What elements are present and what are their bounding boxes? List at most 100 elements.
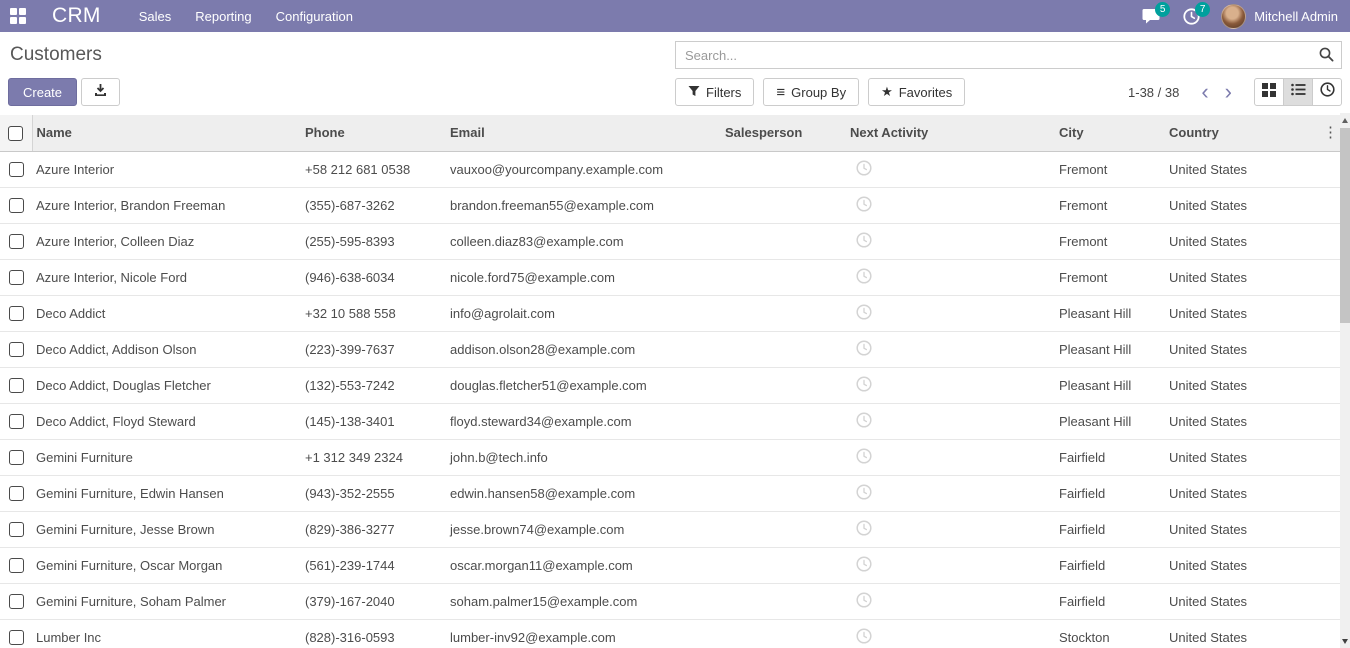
cell-next-activity xyxy=(846,295,1055,331)
table-row[interactable]: Deco Addict, Addison Olson (223)-399-763… xyxy=(0,331,1340,367)
table-row[interactable]: Deco Addict +32 10 588 558 info@agrolait… xyxy=(0,295,1340,331)
row-checkbox[interactable] xyxy=(9,378,24,393)
table-row[interactable]: Azure Interior, Brandon Freeman (355)-68… xyxy=(0,187,1340,223)
column-header-salesperson[interactable]: Salesperson xyxy=(721,115,846,151)
activity-clock-icon[interactable] xyxy=(856,376,872,392)
column-header-name[interactable]: Name xyxy=(32,115,301,151)
search-input[interactable] xyxy=(675,41,1342,69)
pager-previous-button[interactable]: ‹ xyxy=(1193,82,1216,102)
filters-button[interactable]: Filters xyxy=(675,78,754,106)
select-all-checkbox[interactable] xyxy=(8,126,23,141)
favorites-button[interactable]: ★ Favorites xyxy=(868,78,965,106)
scrollbar-down-arrow[interactable] xyxy=(1340,634,1350,648)
table-row[interactable]: Deco Addict, Douglas Fletcher (132)-553-… xyxy=(0,367,1340,403)
optional-columns-toggle-icon[interactable]: ⋮ xyxy=(1323,124,1338,142)
activity-clock-icon[interactable] xyxy=(856,628,872,644)
activity-clock-icon[interactable] xyxy=(856,484,872,500)
activity-clock-icon[interactable] xyxy=(856,340,872,356)
row-checkbox[interactable] xyxy=(9,162,24,177)
menu-sales[interactable]: Sales xyxy=(139,9,172,24)
activity-clock-icon[interactable] xyxy=(856,232,872,248)
activities-badge: 7 xyxy=(1195,2,1210,17)
table-row[interactable]: Azure Interior, Nicole Ford (946)-638-60… xyxy=(0,259,1340,295)
column-header-next-activity[interactable]: Next Activity xyxy=(846,115,1055,151)
activity-clock-icon[interactable] xyxy=(856,520,872,536)
activity-clock-icon[interactable] xyxy=(856,412,872,428)
pager-value[interactable]: 1-38 / 38 xyxy=(1128,85,1179,100)
row-checkbox[interactable] xyxy=(9,594,24,609)
table-row[interactable]: Deco Addict, Floyd Steward (145)-138-340… xyxy=(0,403,1340,439)
column-header-city[interactable]: City xyxy=(1055,115,1165,151)
table-row[interactable]: Azure Interior +58 212 681 0538 vauxoo@y… xyxy=(0,151,1340,187)
table-row[interactable]: Gemini Furniture, Soham Palmer (379)-167… xyxy=(0,583,1340,619)
create-button[interactable]: Create xyxy=(8,78,77,106)
list-view-icon xyxy=(1291,83,1306,101)
row-checkbox[interactable] xyxy=(9,270,24,285)
messages-badge: 5 xyxy=(1155,2,1170,17)
cell-city: Stockton xyxy=(1055,619,1165,648)
pager: 1-38 / 38 ‹ › xyxy=(1128,82,1240,102)
pager-next-button[interactable]: › xyxy=(1217,82,1240,102)
user-menu[interactable]: Mitchell Admin xyxy=(1221,4,1338,29)
table-row[interactable]: Azure Interior, Colleen Diaz (255)-595-8… xyxy=(0,223,1340,259)
activity-clock-icon[interactable] xyxy=(856,196,872,212)
filter-funnel-icon xyxy=(688,85,700,100)
cell-phone: (946)-638-6034 xyxy=(301,259,446,295)
row-checkbox[interactable] xyxy=(9,558,24,573)
table-row[interactable]: Gemini Furniture, Jesse Brown (829)-386-… xyxy=(0,511,1340,547)
scrollbar-up-arrow[interactable] xyxy=(1340,113,1350,127)
cell-phone: (943)-352-2555 xyxy=(301,475,446,511)
cell-name: Azure Interior, Nicole Ford xyxy=(32,259,301,295)
cell-city: Pleasant Hill xyxy=(1055,403,1165,439)
activity-clock-icon[interactable] xyxy=(856,304,872,320)
customer-list: Name Phone Email Salesperson Next Activi… xyxy=(0,115,1350,648)
row-checkbox[interactable] xyxy=(9,234,24,249)
cell-phone: +32 10 588 558 xyxy=(301,295,446,331)
page-title: Customers xyxy=(8,44,102,66)
table-row[interactable]: Gemini Furniture +1 312 349 2324 john.b@… xyxy=(0,439,1340,475)
vertical-scrollbar[interactable] xyxy=(1340,113,1350,648)
row-checkbox[interactable] xyxy=(9,522,24,537)
group-by-button[interactable]: ≡ Group By xyxy=(763,78,859,106)
list-view-button[interactable] xyxy=(1283,78,1313,106)
row-checkbox[interactable] xyxy=(9,342,24,357)
cell-name: Lumber Inc xyxy=(32,619,301,648)
row-checkbox[interactable] xyxy=(9,198,24,213)
menu-reporting[interactable]: Reporting xyxy=(195,9,251,24)
activity-clock-icon[interactable] xyxy=(856,448,872,464)
app-brand[interactable]: CRM xyxy=(52,4,101,28)
column-header-country[interactable]: Country xyxy=(1165,115,1270,151)
kanban-view-button[interactable] xyxy=(1254,78,1284,106)
export-button[interactable] xyxy=(81,78,120,106)
row-checkbox[interactable] xyxy=(9,306,24,321)
row-checkbox[interactable] xyxy=(9,486,24,501)
cell-email: colleen.diaz83@example.com xyxy=(446,223,721,259)
menu-configuration[interactable]: Configuration xyxy=(276,9,353,24)
messages-icon[interactable]: 5 xyxy=(1141,7,1161,25)
row-checkbox[interactable] xyxy=(9,630,24,645)
activities-icon[interactable]: 7 xyxy=(1181,7,1201,25)
table-row[interactable]: Lumber Inc (828)-316-0593 lumber-inv92@e… xyxy=(0,619,1340,648)
scrollbar-thumb[interactable] xyxy=(1340,128,1350,323)
cell-phone: +1 312 349 2324 xyxy=(301,439,446,475)
row-checkbox[interactable] xyxy=(9,414,24,429)
activity-clock-icon[interactable] xyxy=(856,556,872,572)
cell-country: United States xyxy=(1165,367,1270,403)
column-header-phone[interactable]: Phone xyxy=(301,115,446,151)
activity-clock-icon[interactable] xyxy=(856,160,872,176)
column-header-email[interactable]: Email xyxy=(446,115,721,151)
cell-salesperson xyxy=(721,223,846,259)
activity-clock-icon[interactable] xyxy=(856,268,872,284)
activity-clock-icon[interactable] xyxy=(856,592,872,608)
apps-menu-icon[interactable] xyxy=(10,8,26,24)
table-row[interactable]: Gemini Furniture, Edwin Hansen (943)-352… xyxy=(0,475,1340,511)
search-icon[interactable] xyxy=(1319,47,1334,67)
table-row[interactable]: Gemini Furniture, Oscar Morgan (561)-239… xyxy=(0,547,1340,583)
cell-email: jesse.brown74@example.com xyxy=(446,511,721,547)
activity-view-button[interactable] xyxy=(1312,78,1342,106)
cell-name: Gemini Furniture, Jesse Brown xyxy=(32,511,301,547)
cell-name: Gemini Furniture, Soham Palmer xyxy=(32,583,301,619)
cell-country: United States xyxy=(1165,439,1270,475)
row-checkbox[interactable] xyxy=(9,450,24,465)
cell-email: brandon.freeman55@example.com xyxy=(446,187,721,223)
